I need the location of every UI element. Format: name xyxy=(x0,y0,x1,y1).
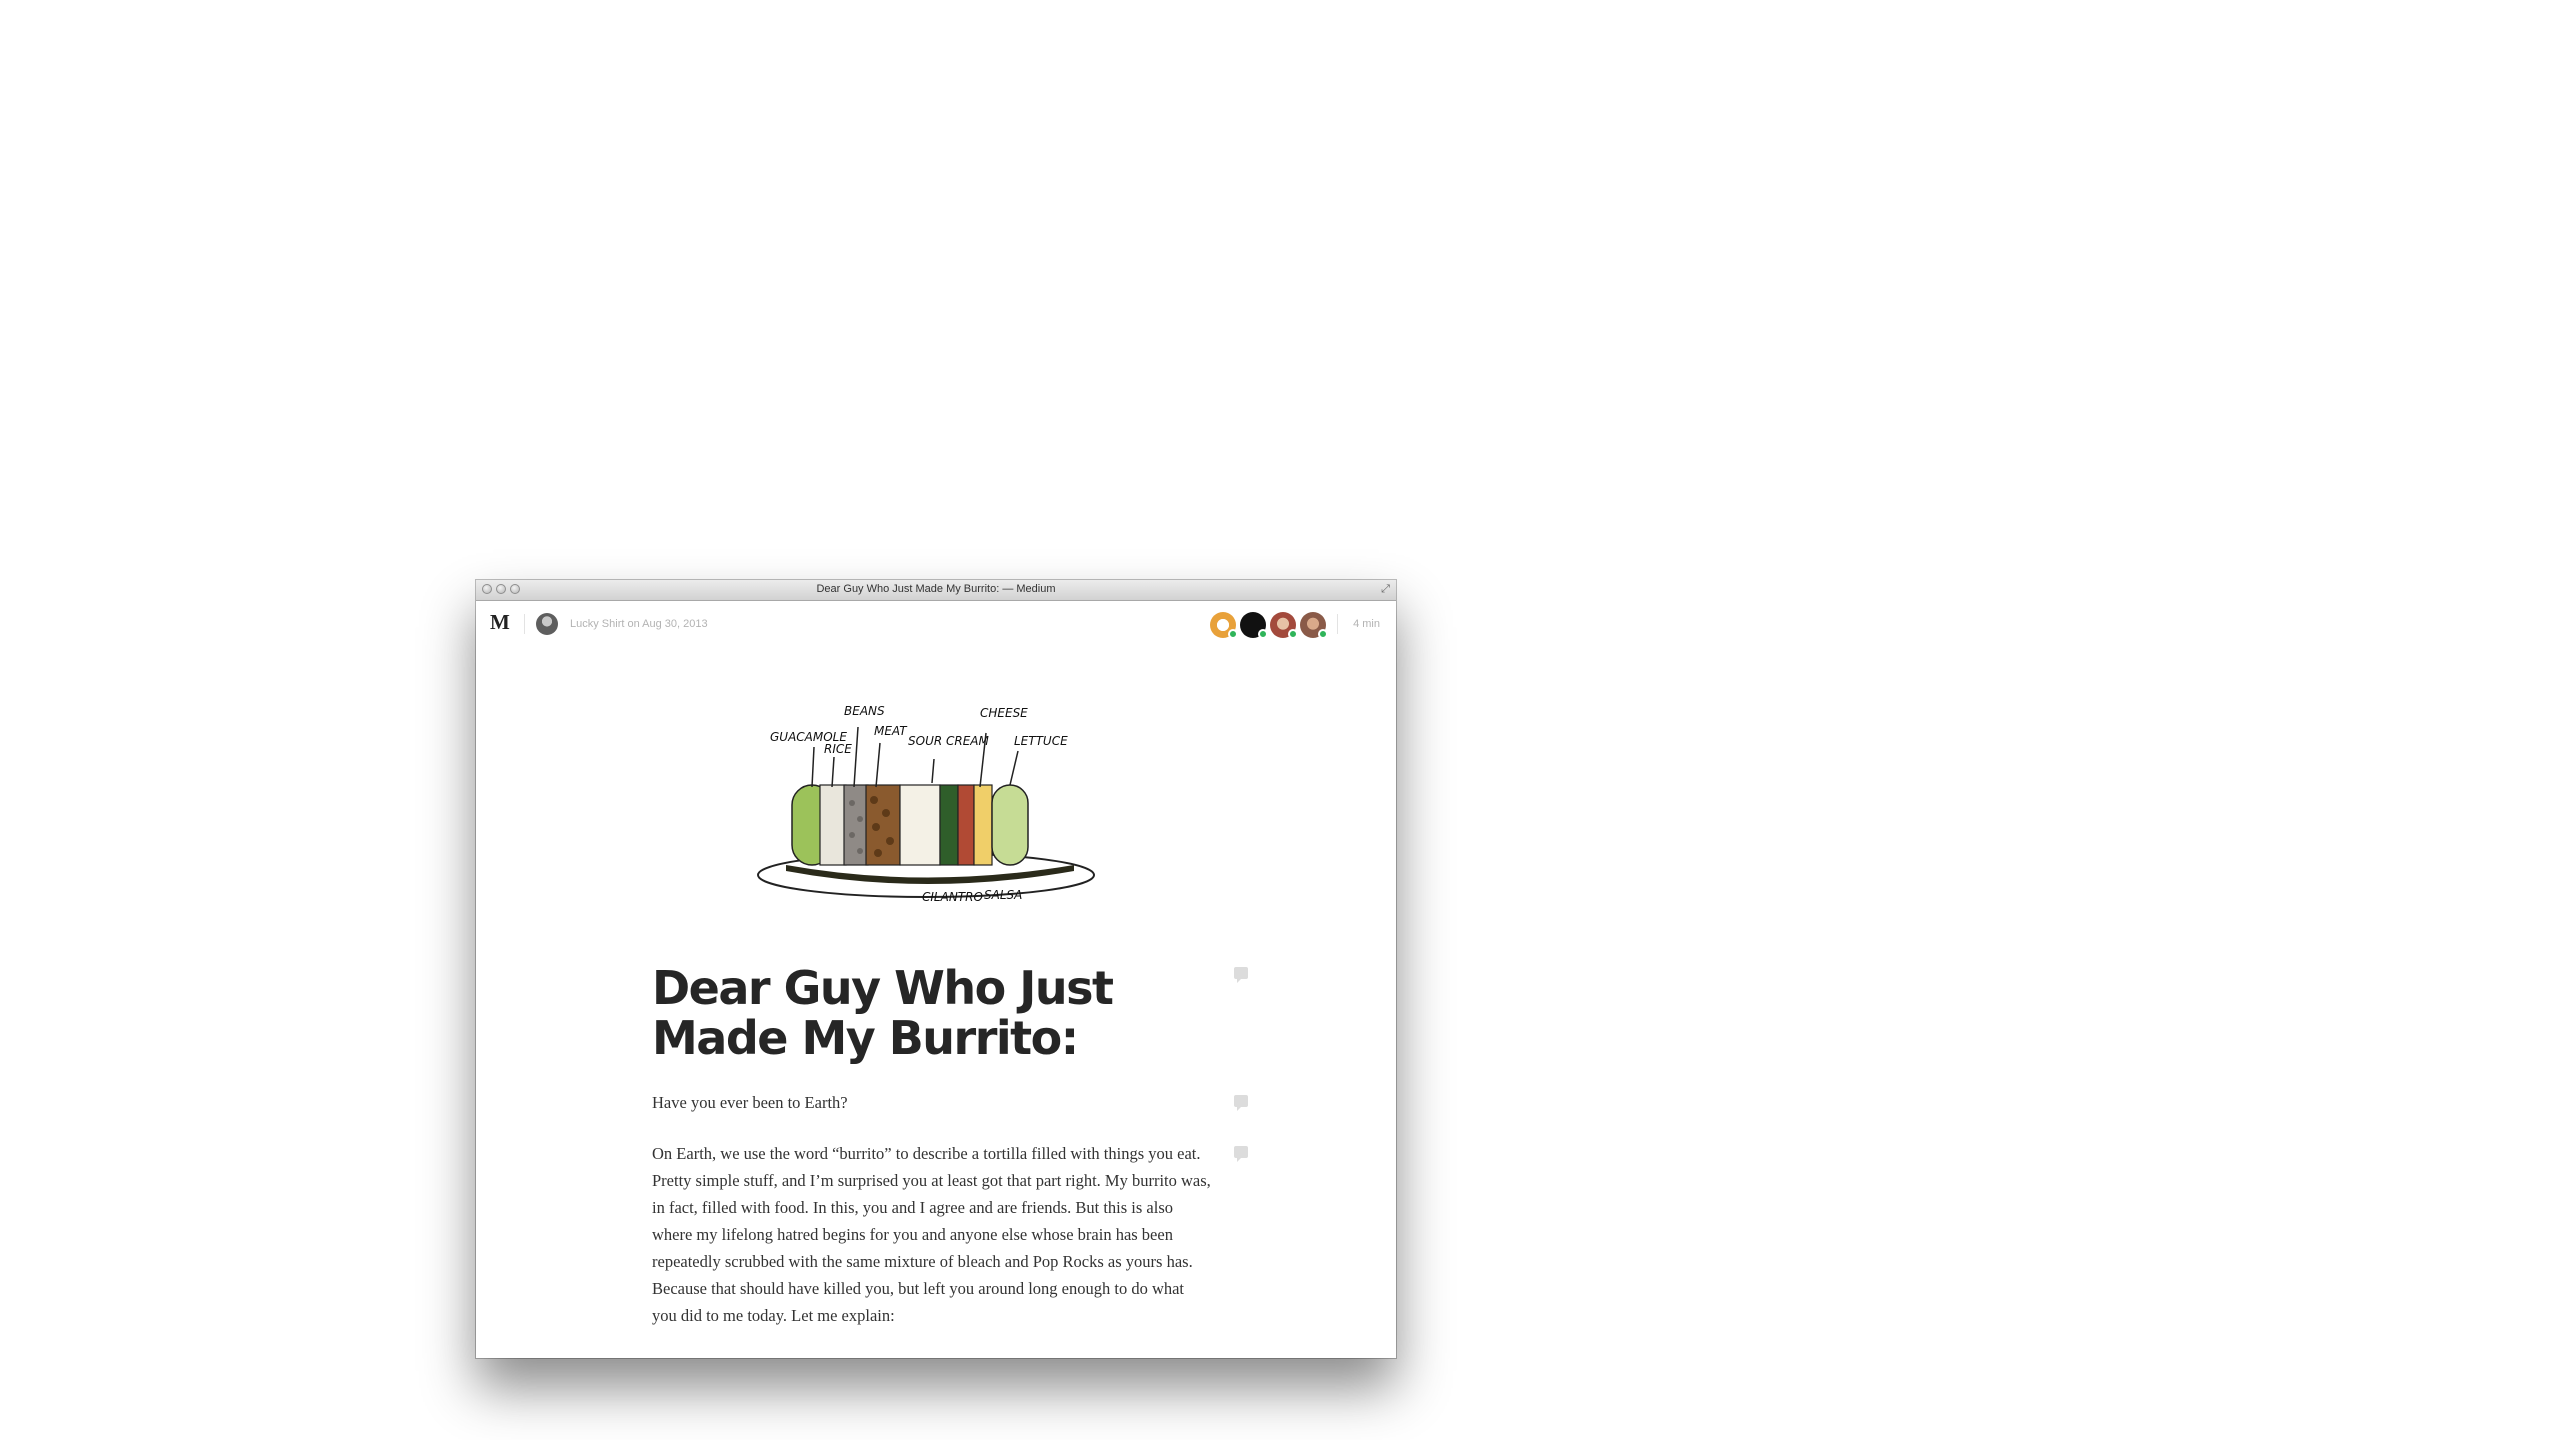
read-time: 4 min xyxy=(1353,618,1380,630)
online-dot-icon xyxy=(1228,629,1238,639)
comment-icon[interactable] xyxy=(1234,967,1248,983)
divider xyxy=(524,614,525,634)
window-titlebar: Dear Guy Who Just Made My Burrito: — Med… xyxy=(476,580,1396,601)
illustration-label: CHEESE xyxy=(980,706,1028,720)
recommender-avatar-1[interactable] xyxy=(1210,612,1238,639)
article-paragraph: On Earth, we use the word “burrito” to d… xyxy=(652,1144,1211,1325)
recommender-avatar-4[interactable] xyxy=(1300,612,1328,639)
illustration-label: LETTUCE xyxy=(1014,734,1068,748)
recommender-avatar-2[interactable] xyxy=(1240,612,1268,639)
online-dot-icon xyxy=(1258,629,1268,639)
comment-icon[interactable] xyxy=(1234,1095,1248,1111)
medium-topbar: M Lucky Shirt on Aug 30, 2013 4 min xyxy=(476,601,1396,647)
illustration-label: SOUR CREAM xyxy=(908,734,990,748)
browser-window: Dear Guy Who Just Made My Burrito: — Med… xyxy=(476,580,1396,1358)
author-avatar[interactable] xyxy=(536,613,558,635)
medium-logo[interactable]: M xyxy=(490,610,510,635)
burrito-illustration: BEANS GUACAMOLE RICE MEAT SOUR CREAM CHE… xyxy=(757,704,1095,904)
illustration-label: BEANS xyxy=(844,704,885,718)
article-content: BEANS GUACAMOLE RICE MEAT SOUR CREAM CHE… xyxy=(652,685,1248,1329)
illustration-label: SALSA xyxy=(984,888,1022,902)
online-dot-icon xyxy=(1318,629,1328,639)
recommender-avatar-3[interactable] xyxy=(1270,612,1298,639)
paragraph-block: On Earth, we use the word “burrito” to d… xyxy=(652,1140,1248,1329)
article-paragraph: Have you ever been to Earth? xyxy=(652,1093,848,1112)
illustration-label: MEAT xyxy=(874,724,908,738)
divider xyxy=(1337,614,1338,634)
online-dot-icon xyxy=(1288,629,1298,639)
window-title: Dear Guy Who Just Made My Burrito: — Med… xyxy=(816,583,1056,595)
byline[interactable]: Lucky Shirt on Aug 30, 2013 xyxy=(570,618,708,630)
comment-icon[interactable] xyxy=(1234,1146,1248,1162)
fullscreen-icon[interactable]: ⤢ xyxy=(1379,583,1392,596)
recommenders xyxy=(1210,612,1328,639)
illustration-label: CILANTRO xyxy=(922,890,983,904)
illustration-label: RICE xyxy=(824,742,852,756)
article-title: Dear Guy Who Just Made My Burrito: xyxy=(652,961,1114,1065)
paragraph-block: Have you ever been to Earth? xyxy=(652,1089,1248,1116)
article-title-block: Dear Guy Who Just Made My Burrito: xyxy=(652,961,1248,1065)
